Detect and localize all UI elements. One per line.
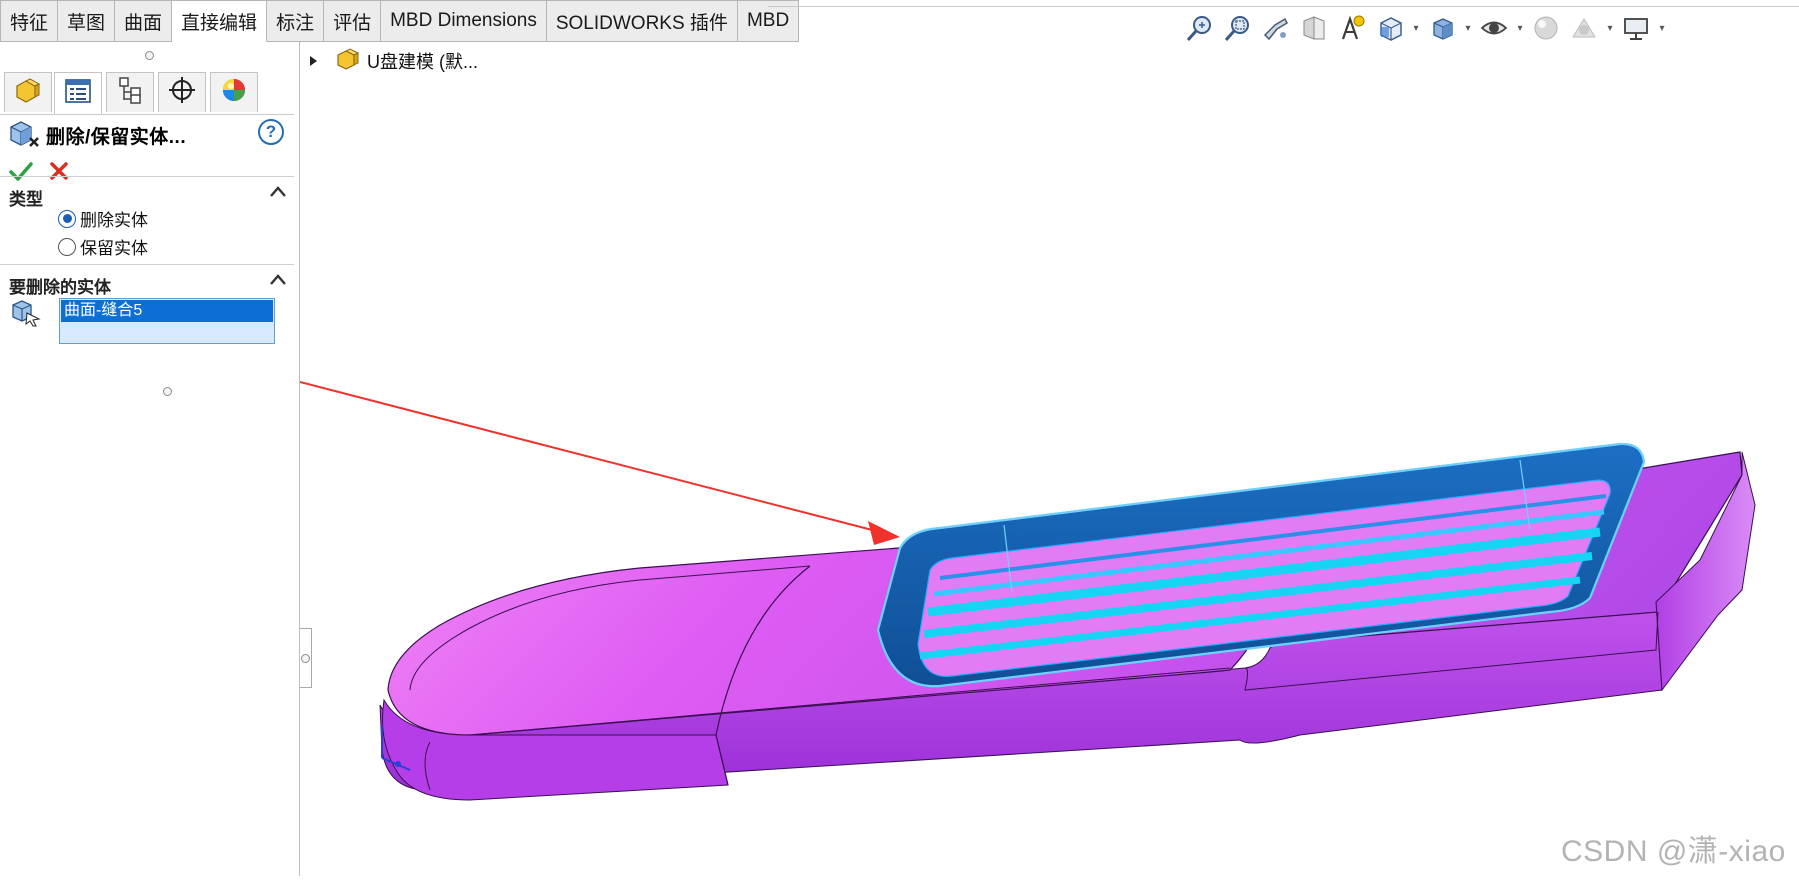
solid-bodies-selection-icon xyxy=(10,297,42,332)
display-style-dropdown-icon[interactable]: ▾ xyxy=(1462,11,1474,45)
tab-sketch[interactable]: 草图 xyxy=(58,0,116,42)
view-orientation-dropdown-icon[interactable]: ▾ xyxy=(1410,11,1422,45)
collapse-chevron-up-icon[interactable] xyxy=(268,271,288,289)
view-settings-icon[interactable] xyxy=(1618,11,1654,45)
watermark-text: CSDN @潇-xiao xyxy=(1561,835,1786,868)
bodies-selection-list[interactable]: 曲面-缝合5 xyxy=(59,298,275,344)
model-view xyxy=(299,381,1756,801)
edit-appearance-icon[interactable] xyxy=(1528,11,1564,45)
bodies-group-title: 要删除的实体 xyxy=(9,278,111,297)
tab-features[interactable]: 特征 xyxy=(0,0,59,42)
radio-selected-icon[interactable] xyxy=(58,209,76,228)
annotation-arrow xyxy=(299,381,900,545)
tab-configuration-manager[interactable] xyxy=(106,72,154,112)
apply-scene-dropdown-icon[interactable]: ▾ xyxy=(1604,11,1616,45)
type-group-header[interactable]: 类型 xyxy=(0,176,294,209)
zoom-to-fit-icon[interactable] xyxy=(1182,11,1218,45)
graphics-area[interactable] xyxy=(299,42,1799,876)
tab-solidworks-addins[interactable]: SOLIDWORKS 插件 xyxy=(546,0,738,42)
bodies-to-delete-header[interactable]: 要删除的实体 xyxy=(0,264,294,297)
list-item[interactable]: 曲面-缝合5 xyxy=(61,300,273,322)
property-manager-title: 删除/保留实体... xyxy=(46,127,187,148)
delete-body-feature-icon xyxy=(8,118,42,155)
type-group-title: 类型 xyxy=(9,190,43,209)
heads-up-view-toolbar: ▾ ▾ ▾ ▾ ▾ xyxy=(1182,10,1668,46)
tab-feature-manager[interactable] xyxy=(4,72,52,112)
property-manager-panel: 删除/保留实体... ? 类型 删除实体 保留实体 要删除的实体 曲面-缝合5 xyxy=(0,42,300,876)
radio-keep-bodies[interactable]: 保留实体 xyxy=(58,234,148,259)
panel-resize-grip[interactable] xyxy=(145,51,154,60)
tab-dimxpert-manager[interactable] xyxy=(158,72,206,112)
view-settings-dropdown-icon[interactable]: ▾ xyxy=(1656,11,1668,45)
dynamic-annotation-icon[interactable] xyxy=(1334,11,1370,45)
collapse-chevron-up-icon[interactable] xyxy=(268,183,288,201)
tab-property-manager[interactable] xyxy=(54,72,102,114)
property-manager-icon xyxy=(64,78,92,109)
view-orientation-icon[interactable] xyxy=(1372,11,1408,45)
previous-view-icon[interactable] xyxy=(1258,11,1294,45)
tab-surfaces[interactable]: 曲面 xyxy=(115,0,173,42)
tab-evaluate[interactable]: 评估 xyxy=(324,0,382,42)
configuration-manager-icon xyxy=(117,76,143,109)
zoom-to-area-icon[interactable] xyxy=(1220,11,1256,45)
apply-scene-icon[interactable] xyxy=(1566,11,1602,45)
radio-label-delete-bodies: 删除实体 xyxy=(80,211,148,230)
help-button[interactable]: ? xyxy=(258,119,284,145)
hide-show-dropdown-icon[interactable]: ▾ xyxy=(1514,11,1526,45)
dimxpert-crosshair-icon xyxy=(168,76,196,109)
radio-unselected-icon[interactable] xyxy=(58,237,76,256)
list-resize-grip[interactable] xyxy=(163,387,172,396)
feature-manager-icon xyxy=(14,76,42,109)
section-view-icon[interactable] xyxy=(1296,11,1332,45)
tab-direct-editing[interactable]: 直接编辑 xyxy=(172,0,268,42)
radio-label-keep-bodies: 保留实体 xyxy=(80,239,148,258)
radio-delete-bodies[interactable]: 删除实体 xyxy=(58,206,148,231)
display-manager-icon xyxy=(220,76,248,109)
tab-mbd-dimensions[interactable]: MBD Dimensions xyxy=(381,0,547,42)
tab-display-manager[interactable] xyxy=(210,72,258,112)
tab-divider-line xyxy=(768,6,1799,7)
tab-markup[interactable]: 标注 xyxy=(267,0,325,42)
display-style-icon[interactable] xyxy=(1424,11,1460,45)
manager-tabs xyxy=(0,72,294,115)
hide-show-items-icon[interactable] xyxy=(1476,11,1512,45)
command-manager-tabs: 特征 草图 曲面 直接编辑 标注 评估 MBD Dimensions SOLID… xyxy=(0,0,800,42)
